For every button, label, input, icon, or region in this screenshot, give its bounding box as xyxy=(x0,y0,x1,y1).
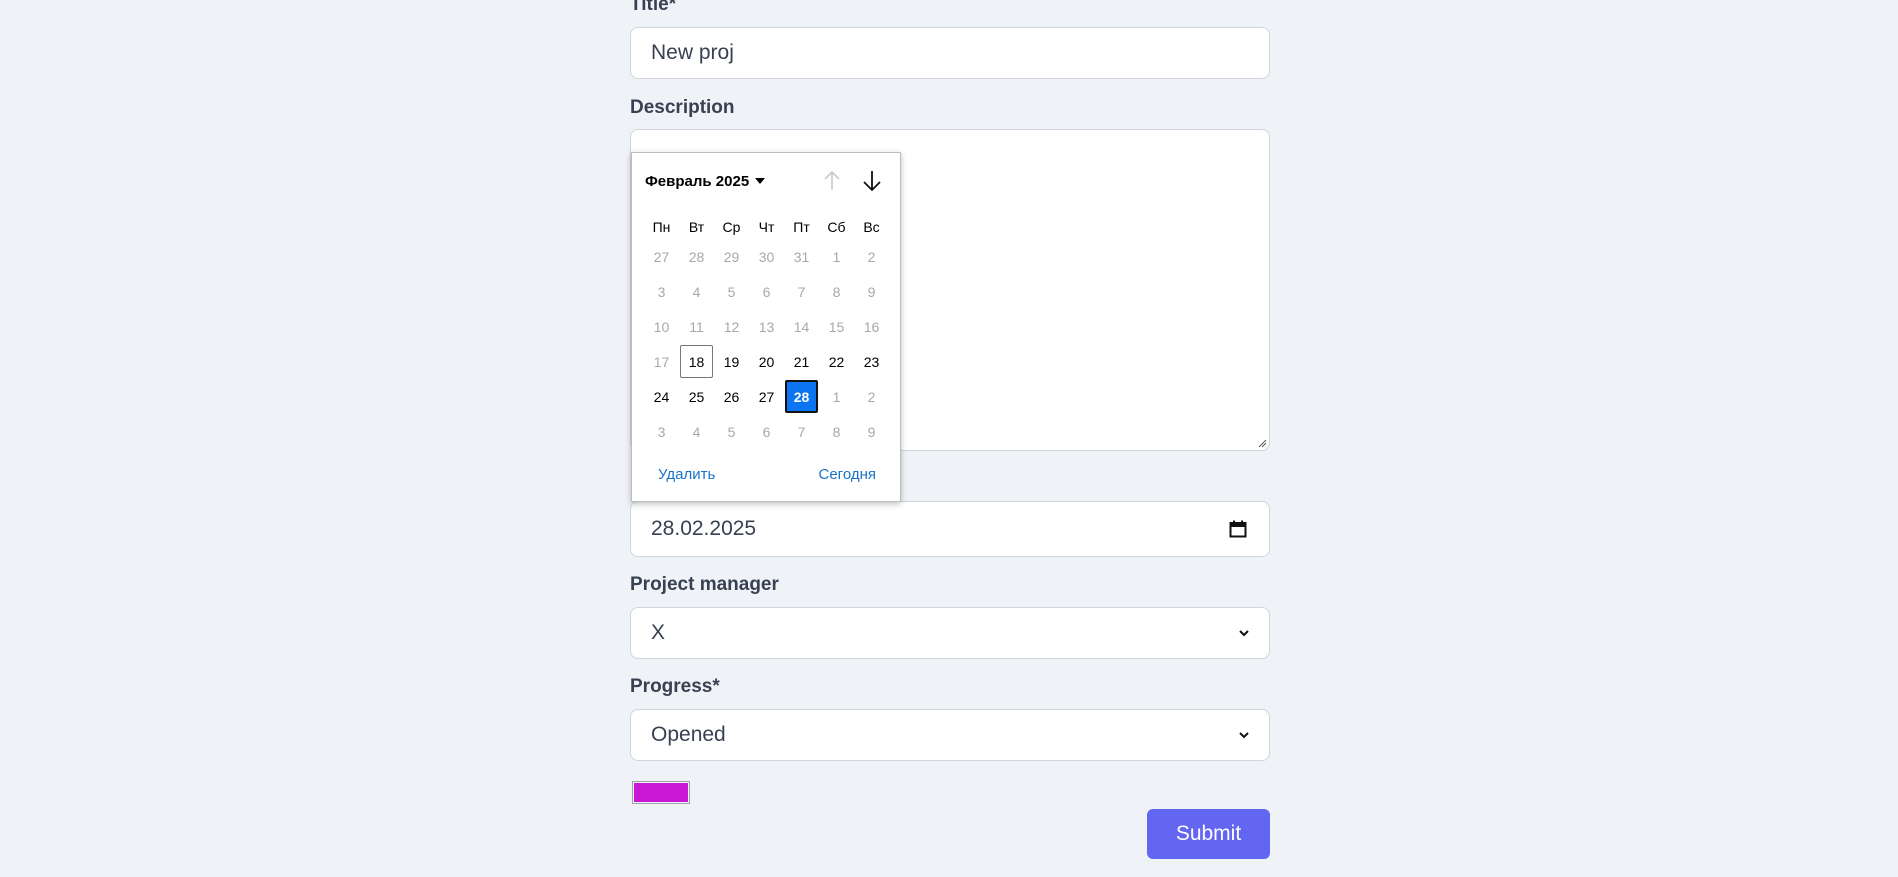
month-selector[interactable]: Февраль 2025 xyxy=(645,171,766,191)
progress-value: Opened xyxy=(651,723,726,746)
progress-label: Progress* xyxy=(630,676,720,697)
weekday-label: Вт xyxy=(688,219,705,235)
caret-down-icon xyxy=(755,178,766,184)
calendar-day[interactable]: 24 xyxy=(644,379,679,414)
calendar-day[interactable]: 15 xyxy=(819,309,854,344)
calendar-day[interactable]: 9 xyxy=(854,414,889,449)
chevron-down-icon xyxy=(1239,732,1249,739)
progress-select[interactable]: Opened xyxy=(630,709,1270,761)
calendar-day[interactable]: 8 xyxy=(819,414,854,449)
submit-button[interactable]: Submit xyxy=(1147,809,1270,859)
calendar-day[interactable]: 10 xyxy=(644,309,679,344)
color-picker[interactable] xyxy=(632,781,690,804)
weekday-header-row: Пн Вт Ср Чт Пт Сб Вс xyxy=(644,215,889,239)
due-date-value: 28.02.2025 xyxy=(651,517,757,540)
date-picker-footer: Удалить Сегодня xyxy=(632,466,902,490)
calendar-day[interactable]: 19 xyxy=(714,344,749,379)
calendar-day[interactable]: 30 xyxy=(749,239,784,274)
calendar-day[interactable]: 1 xyxy=(819,239,854,274)
calendar-day[interactable]: 31 xyxy=(784,239,819,274)
calendar-day[interactable]: 12 xyxy=(714,309,749,344)
calendar-week-row: 10 11 12 13 14 15 16 xyxy=(644,309,889,344)
calendar-day[interactable]: 27 xyxy=(749,379,784,414)
calendar-week-row: 27 28 29 30 31 1 2 xyxy=(644,239,889,274)
title-input-value: New proj xyxy=(651,41,734,64)
calendar-day[interactable]: 6 xyxy=(749,414,784,449)
calendar-day[interactable]: 6 xyxy=(749,274,784,309)
due-date-input[interactable]: 28.02.2025 xyxy=(630,501,1270,557)
title-label: Title* xyxy=(630,0,677,15)
resize-handle-icon[interactable] xyxy=(1257,438,1267,448)
calendar-day[interactable]: 29 xyxy=(714,239,749,274)
today-day[interactable]: 18 xyxy=(680,345,713,378)
calendar-grid: Пн Вт Ср Чт Пт Сб Вс 27 28 29 30 31 1 2 3 4 5 6 7 8 9 10 11 12… xyxy=(644,215,889,449)
calendar-day[interactable]: 21 xyxy=(784,344,819,379)
calendar-day[interactable]: 1 xyxy=(819,379,854,414)
calendar-week-row: 17 18 19 20 21 22 23 xyxy=(644,344,889,379)
calendar-day[interactable]: 17 xyxy=(644,344,679,379)
calendar-day[interactable]: 3 xyxy=(644,414,679,449)
weekday-label: Пт xyxy=(793,219,810,235)
today-button[interactable]: Сегодня xyxy=(819,466,877,483)
description-label: Description xyxy=(630,97,735,118)
calendar-day[interactable]: 7 xyxy=(784,274,819,309)
project-manager-value: X xyxy=(651,621,666,644)
calendar-week-row: 3456789 xyxy=(644,274,889,309)
clear-date-button[interactable]: Удалить xyxy=(658,466,715,483)
weekday-label: Пн xyxy=(652,219,671,235)
calendar-week-row: 24 25 26 27 28 1 2 xyxy=(644,379,889,414)
calendar-day[interactable]: 7 xyxy=(784,414,819,449)
calendar-day[interactable]: 22 xyxy=(819,344,854,379)
calendar-day[interactable]: 28 xyxy=(679,239,714,274)
calendar-day[interactable]: 2 xyxy=(854,379,889,414)
calendar-day[interactable]: 2 xyxy=(854,239,889,274)
title-input[interactable]: New proj xyxy=(630,27,1270,79)
calendar-day[interactable]: 16 xyxy=(854,309,889,344)
calendar-day[interactable]: 8 xyxy=(819,274,854,309)
project-manager-label: Project manager xyxy=(630,574,779,595)
calendar-day[interactable]: 13 xyxy=(749,309,784,344)
calendar-day[interactable]: 9 xyxy=(854,274,889,309)
calendar-day[interactable]: 26 xyxy=(714,379,749,414)
date-picker-popup: Февраль 2025 Пн Вт Ср Чт Пт Сб Вс 27 28 29 30 31 1 2… xyxy=(631,152,901,502)
calendar-day[interactable]: 5 xyxy=(714,274,749,309)
month-label: Февраль 2025 xyxy=(645,172,750,190)
weekday-label: Сб xyxy=(827,219,846,235)
chevron-down-icon xyxy=(1239,630,1249,637)
calendar-day[interactable]: 25 xyxy=(679,379,714,414)
weekday-label: Ср xyxy=(722,219,741,235)
calendar-day[interactable]: 27 xyxy=(644,239,679,274)
calendar-day[interactable]: 23 xyxy=(854,344,889,379)
calendar-week-row: 3456789 xyxy=(644,414,889,449)
project-manager-select[interactable]: X xyxy=(630,607,1270,659)
calendar-day[interactable]: 11 xyxy=(679,309,714,344)
calendar-day[interactable]: 5 xyxy=(714,414,749,449)
selected-day[interactable]: 28 xyxy=(785,380,818,413)
calendar-day[interactable]: 14 xyxy=(784,309,819,344)
calendar-day[interactable]: 3 xyxy=(644,274,679,309)
weekday-label: Вс xyxy=(863,219,880,235)
calendar-day[interactable]: 4 xyxy=(679,414,714,449)
calendar-day[interactable]: 20 xyxy=(749,344,784,379)
color-swatch-fill xyxy=(634,783,688,802)
previous-month-arrow-icon[interactable] xyxy=(818,167,846,195)
calendar-icon[interactable] xyxy=(1229,520,1247,538)
calendar-day[interactable]: 4 xyxy=(679,274,714,309)
weekday-label: Чт xyxy=(758,219,775,235)
next-month-arrow-icon[interactable] xyxy=(858,167,886,195)
